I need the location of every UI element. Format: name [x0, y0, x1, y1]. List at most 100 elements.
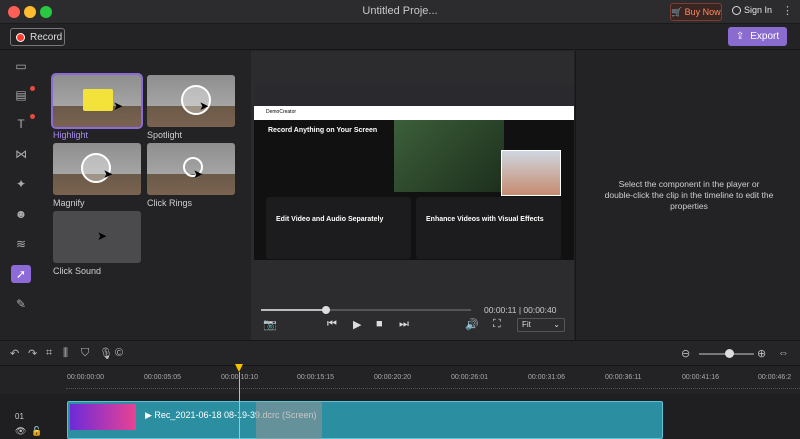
recorded-webcam-overlay — [501, 150, 561, 196]
shield-icon[interactable]: ⛉ — [81, 347, 89, 360]
clip-thumbnail — [70, 404, 136, 430]
user-icon — [732, 5, 741, 15]
export-label: Export — [750, 31, 780, 42]
ruler-tick: 00:00:05:05 — [144, 374, 181, 381]
stop-icon[interactable]: ■ — [376, 318, 383, 330]
side-rail: ▭ ▤ T ⋈ ✦ ☻ ≋ ➚ ✎ — [0, 51, 42, 340]
effect-click-rings[interactable]: ➤ Click Rings — [147, 143, 235, 208]
brand-label: DemoCreator — [266, 109, 297, 115]
zoom-out-icon[interactable]: ⊖ — [681, 347, 690, 360]
ruler-tick: 00:00:31:06 — [528, 374, 565, 381]
effect-thumbnail: ➤ — [147, 75, 235, 127]
cart-icon: 🛒 — [671, 6, 683, 17]
ruler-tick: 00:00:46:2 — [758, 374, 792, 381]
lock-icon[interactable]: 🔓 — [31, 426, 42, 437]
fit-dropdown[interactable]: Fit ⌄ — [517, 318, 565, 332]
effect-magnify[interactable]: ➤ Magnify — [53, 143, 141, 208]
effect-label: Click Sound — [53, 266, 102, 276]
effect-thumbnail: ➤ — [53, 143, 141, 195]
step-forward-icon[interactable]: ⏭ — [399, 318, 409, 331]
ruler-tick: 00:00:00:00 — [67, 374, 104, 381]
effect-label: Highlight — [53, 130, 89, 140]
buy-now-button[interactable]: 🛒 Buy Now — [670, 3, 722, 21]
properties-panel: Select the component in the player or do… — [575, 51, 800, 340]
cursor-icon: ➤ — [103, 167, 114, 181]
effect-label: Click Rings — [147, 198, 193, 208]
folder-icon[interactable]: ▭ — [11, 57, 31, 75]
effect-highlight[interactable]: ➤ Highlight — [51, 73, 143, 140]
record-label: Record — [30, 31, 63, 43]
split-icon[interactable]: ⫼ — [63, 347, 68, 360]
track-number: 01 — [15, 412, 24, 421]
cursor-effects-icon[interactable]: ➚ — [11, 265, 31, 283]
fullscreen-icon[interactable]: ⛶ — [493, 318, 501, 331]
ruler-tick: 00:00:20:20 — [374, 374, 411, 381]
pen-icon[interactable]: ✎ — [11, 295, 31, 313]
fit-label: Fit — [522, 320, 531, 329]
ruler-tick: 00:00:26:01 — [451, 374, 488, 381]
effect-label: Spotlight — [147, 130, 183, 140]
playback-scrubber[interactable] — [261, 306, 471, 314]
video-clip-icon: ▶ — [145, 410, 155, 420]
record-button[interactable]: Record — [10, 28, 65, 46]
zoom-slider-handle[interactable] — [725, 349, 735, 358]
microphone-icon[interactable]: 🎙 — [99, 347, 113, 360]
sign-in-button[interactable]: Sign In — [732, 5, 772, 15]
magic-wand-icon[interactable]: ✦ — [11, 175, 31, 193]
playhead-handle[interactable] — [235, 364, 243, 372]
notification-dot — [30, 86, 35, 91]
title-bar: Untitled Proje... 🛒 Buy Now Sign In ⋮ — [0, 0, 800, 24]
scrubber-handle[interactable] — [322, 306, 331, 314]
recorded-football-image — [394, 120, 504, 192]
undo-icon[interactable]: ↶ — [10, 347, 19, 360]
timeline-ruler[interactable]: 00:00:00:00 00:00:05:05 00:00:10:10 00:0… — [0, 366, 800, 394]
top-toolbar: Record ⇪ Export — [0, 24, 800, 50]
buy-now-label: Buy Now — [684, 7, 721, 17]
effect-thumbnail: ➤ — [53, 211, 141, 263]
text-icon[interactable]: T — [11, 115, 31, 133]
effect-thumbnail: ➤ — [51, 73, 143, 129]
sticker-icon[interactable]: ☻ — [11, 205, 31, 223]
eye-icon[interactable]: 👁 — [15, 426, 26, 437]
video-preview[interactable]: DemoCreator Record Anything on Your Scre… — [254, 84, 574, 260]
volume-icon[interactable]: 🔊 — [465, 318, 479, 331]
play-icon[interactable]: ▶ — [353, 318, 361, 331]
camera-icon[interactable]: 📷 — [263, 318, 277, 331]
fit-timeline-icon[interactable]: ⇔ — [778, 347, 789, 359]
playhead[interactable] — [239, 372, 240, 439]
copyright-icon[interactable]: © — [115, 347, 123, 359]
step-back-icon[interactable]: ⏮ — [327, 318, 337, 331]
ruler-baseline — [66, 388, 800, 389]
audio-wave-icon[interactable]: ≋ — [11, 235, 31, 253]
timecode: 00:00:11 | 00:00:40 — [484, 305, 557, 315]
transition-icon[interactable]: ⋈ — [11, 145, 31, 163]
chevron-down-icon: ⌄ — [553, 320, 560, 329]
effect-spotlight[interactable]: ➤ Spotlight — [147, 75, 235, 140]
scrubber-progress — [261, 309, 327, 311]
redo-icon[interactable]: ↷ — [28, 347, 37, 360]
zoom-in-icon[interactable]: ⊕ — [757, 347, 766, 360]
crop-icon[interactable]: ⌗ — [46, 347, 52, 360]
feature-card — [416, 197, 561, 259]
effect-thumbnail: ➤ — [147, 143, 235, 195]
player-controls: 00:00:11 | 00:00:40 📷 ⏮ ▶ ■ ⏭ 🔊 ⛶ Fit ⌄ — [251, 300, 574, 340]
caption-icon[interactable]: ▤ — [11, 86, 31, 104]
export-button[interactable]: ⇪ Export — [728, 27, 787, 46]
timeline-track: 01 👁 🔓 ▶ Rec_2021-06-18 08-19-39.dcrc (S… — [0, 394, 800, 439]
notification-dot — [30, 114, 35, 119]
recorded-site-nav: DemoCreator — [254, 106, 574, 120]
more-icon[interactable]: ⋮ — [782, 4, 793, 17]
video-card-title: Enhance Videos with Visual Effects — [426, 216, 544, 223]
effect-click-sound[interactable]: ➤ Click Sound — [53, 211, 141, 276]
feature-card — [266, 197, 411, 259]
video-card-title: Edit Video and Audio Separately — [276, 216, 384, 223]
cursor-icon: ➤ — [97, 229, 108, 243]
timeline-toolbar: ↶ ↷ ⌗ ⫼ ⛉ 🎙 © ⊖ ⊕ ⇔ — [0, 340, 800, 366]
recorded-browser-bar — [254, 84, 574, 106]
screen-clip[interactable]: ▶ Rec_2021-06-18 08-19-39.dcrc (Screen) — [67, 401, 663, 439]
sign-in-label: Sign In — [744, 5, 773, 15]
effect-label: Magnify — [53, 198, 85, 208]
effects-panel: ➤ Highlight ➤ Spotlight ➤ Magnify ➤ Clic… — [42, 51, 250, 340]
cursor-icon: ➤ — [199, 99, 210, 113]
properties-hint: Select the component in the player or do… — [604, 179, 774, 211]
